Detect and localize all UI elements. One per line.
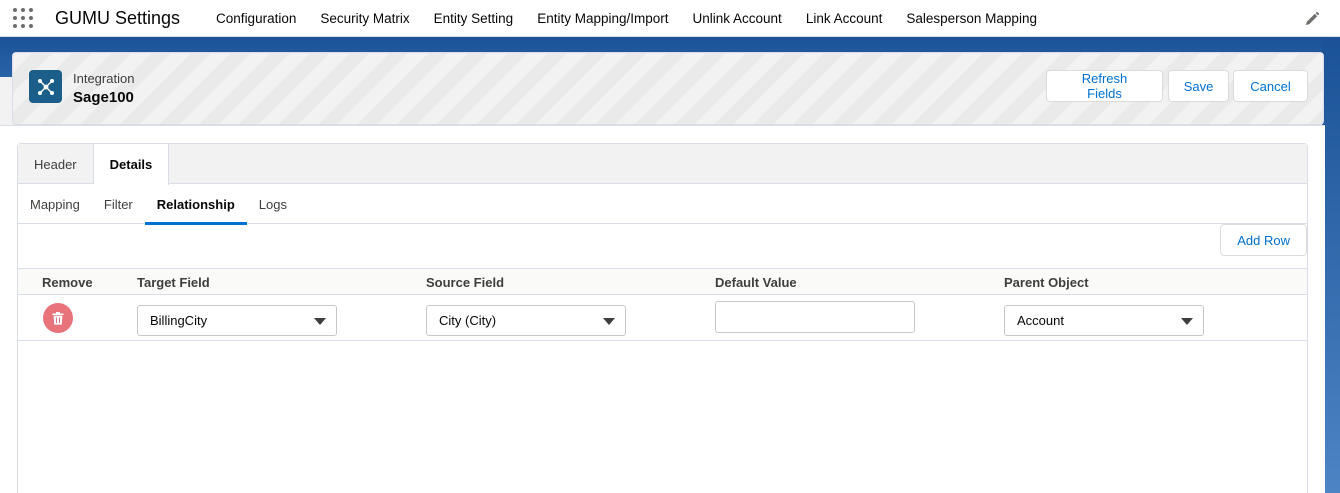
app-launcher-icon[interactable]	[11, 6, 35, 30]
parent-object-select[interactable]: Account	[1004, 305, 1204, 336]
nav-item-entity-setting[interactable]: Entity Setting	[422, 0, 526, 37]
header-record-title: Sage100	[73, 89, 134, 106]
nav-item-salesperson-mapping[interactable]: Salesperson Mapping	[894, 0, 1049, 37]
default-value-input[interactable]	[715, 301, 915, 333]
settings-card: Header Details Mapping Filter Relationsh…	[17, 143, 1308, 493]
header-object-label: Integration	[73, 71, 135, 86]
remove-row-button[interactable]	[43, 303, 73, 333]
nav-item-entity-mapping-import[interactable]: Entity Mapping/Import	[525, 0, 680, 37]
target-field-select[interactable]: BillingCity	[137, 305, 337, 336]
nav-item-configuration[interactable]: Configuration	[204, 0, 308, 37]
cancel-button[interactable]: Cancel	[1233, 70, 1308, 102]
tab-relationship[interactable]: Relationship	[144, 184, 247, 225]
column-header-source-field: Source Field	[426, 275, 505, 290]
parent-object-value: Account	[1017, 313, 1064, 328]
target-field-value: BillingCity	[150, 313, 208, 328]
table-toolbar: Add Row	[18, 224, 1307, 269]
app-name: GUMU Settings	[55, 7, 181, 28]
add-row-button[interactable]: Add Row	[1220, 224, 1307, 256]
source-field-select[interactable]: City (City)	[426, 305, 626, 336]
tab-header[interactable]: Header	[18, 144, 94, 184]
column-header-parent-object: Parent Object	[1004, 275, 1089, 290]
chevron-down-icon	[603, 318, 615, 325]
nav-item-unlink-account[interactable]: Unlink Account	[681, 0, 794, 37]
chevron-down-icon	[314, 318, 326, 325]
save-button[interactable]: Save	[1168, 70, 1229, 102]
page-header: Integration Sage100 Refresh Fields Save …	[12, 52, 1324, 125]
tab-logs[interactable]: Logs	[247, 184, 299, 224]
main-content: Header Details Mapping Filter Relationsh…	[0, 125, 1325, 493]
table-row: BillingCity City (City) Account	[18, 295, 1307, 341]
nav-item-link-account[interactable]: Link Account	[794, 0, 895, 37]
pencil-edit-icon[interactable]	[1304, 11, 1320, 27]
tab-mapping[interactable]: Mapping	[18, 184, 92, 224]
table-header: Remove Target Field Source Field Default…	[18, 269, 1307, 295]
top-nav-bar: GUMU Settings Configuration Security Mat…	[0, 0, 1340, 37]
primary-tab-bar: Header Details	[18, 144, 1307, 185]
integration-icon	[29, 70, 62, 103]
tab-filter[interactable]: Filter	[92, 184, 145, 224]
trash-icon	[52, 311, 64, 325]
column-header-target-field: Target Field	[137, 275, 210, 290]
nav-item-security-matrix[interactable]: Security Matrix	[308, 0, 421, 37]
chevron-down-icon	[1181, 318, 1193, 325]
refresh-fields-button[interactable]: Refresh Fields	[1046, 70, 1163, 102]
column-header-default-value: Default Value	[715, 275, 797, 290]
source-field-value: City (City)	[439, 313, 497, 328]
secondary-tab-bar: Mapping Filter Relationship Logs	[18, 184, 1307, 225]
column-header-remove: Remove	[42, 275, 93, 290]
tab-details[interactable]: Details	[93, 144, 170, 185]
